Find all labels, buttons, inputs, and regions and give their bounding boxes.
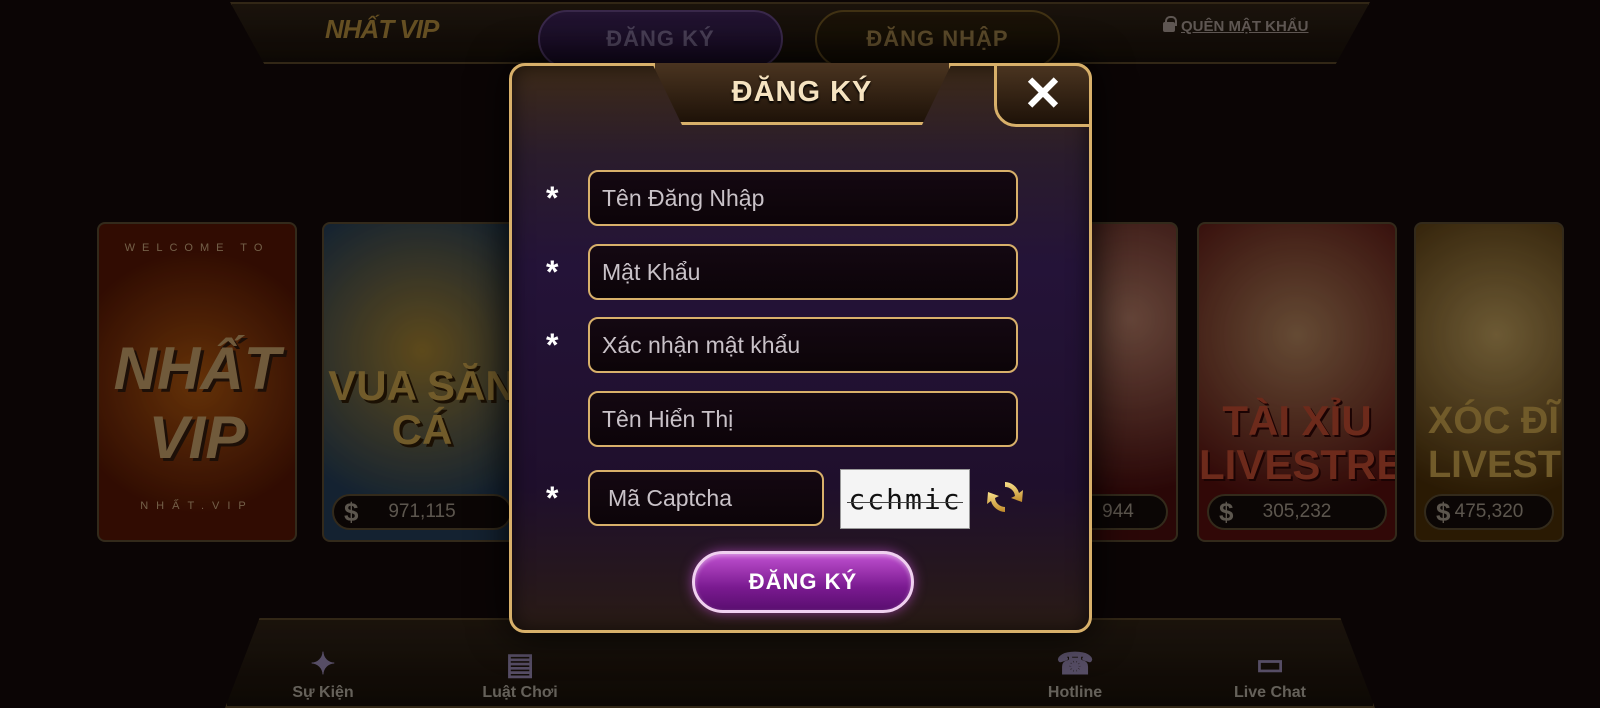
confirm-password-field[interactable] <box>588 317 1018 373</box>
register-dialog: ĐĂNG KÝ ✕ * * * * cchmic ĐĂNG KÝ <box>509 63 1092 633</box>
required-mark: * <box>546 480 559 516</box>
refresh-icon[interactable] <box>984 476 1026 518</box>
display-name-field[interactable] <box>588 391 1018 447</box>
required-mark: * <box>546 327 559 363</box>
captcha-image: cchmic <box>840 469 970 529</box>
required-mark: * <box>546 180 559 216</box>
close-icon: ✕ <box>1022 68 1064 121</box>
display-name-row <box>512 391 1089 447</box>
captcha-row: * cchmic <box>512 469 1089 529</box>
username-row: * <box>512 170 1089 226</box>
captcha-field[interactable] <box>588 470 824 526</box>
confirm-password-row: * <box>512 317 1089 373</box>
password-row: * <box>512 244 1089 300</box>
required-mark: * <box>546 254 559 290</box>
dialog-title: ĐĂNG KÝ <box>731 76 873 108</box>
password-field[interactable] <box>588 244 1018 300</box>
username-field[interactable] <box>588 170 1018 226</box>
close-button[interactable]: ✕ <box>994 63 1092 127</box>
register-submit-button[interactable]: ĐĂNG KÝ <box>692 551 914 613</box>
